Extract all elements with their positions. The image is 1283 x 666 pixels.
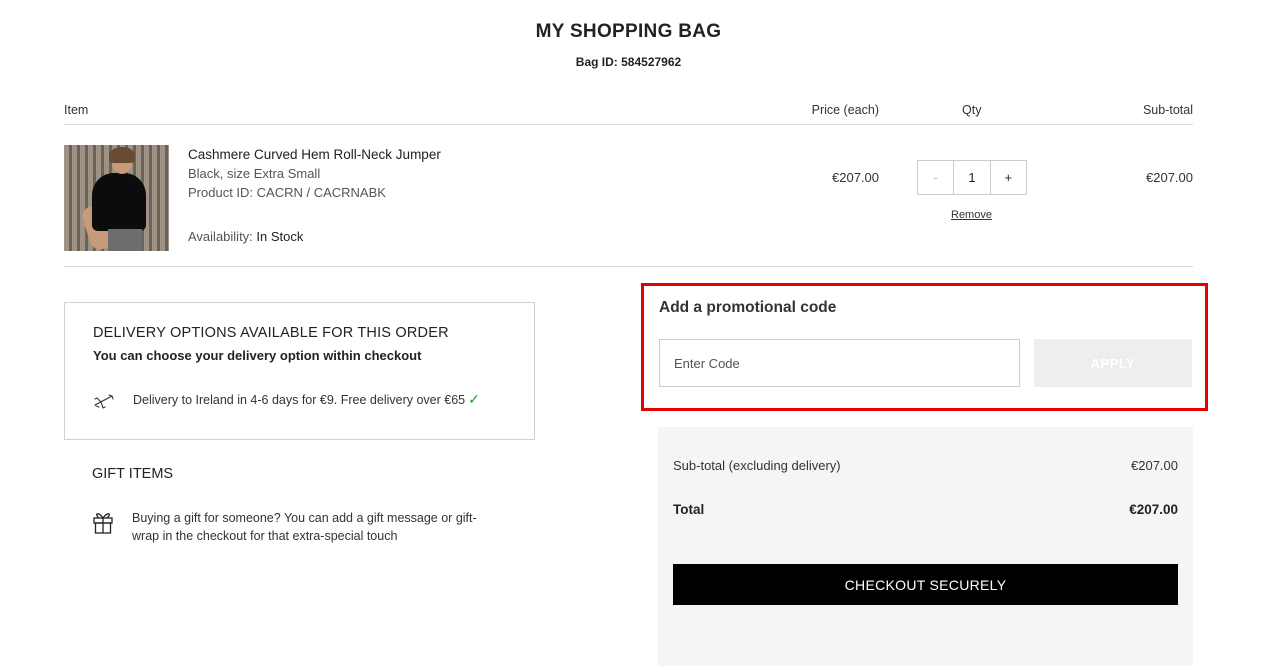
gift-items-title: GIFT ITEMS (92, 466, 174, 482)
product-id: Product ID: CACRN / CACRNABK (188, 185, 386, 200)
bag-item-row: Cashmere Curved Hem Roll-Neck Jumper Bla… (64, 125, 1193, 267)
product-name[interactable]: Cashmere Curved Hem Roll-Neck Jumper (188, 147, 441, 162)
qty-value[interactable]: 1 (953, 161, 991, 194)
availability-value: In Stock (256, 229, 304, 244)
product-image-skirt (108, 229, 142, 251)
bag-id: Bag ID: 584527962 (575, 55, 682, 69)
delivery-options-subtitle: You can choose your delivery option with… (93, 348, 422, 363)
item-subtotal: €207.00 (1146, 170, 1193, 185)
summary-total-label: Total (673, 502, 705, 517)
bag-table-header: Item Price (each) Qty Sub-total (64, 103, 1193, 125)
item-price: €207.00 (832, 170, 879, 185)
checkout-button[interactable]: CHECKOUT SECURELY (673, 564, 1178, 605)
remove-item-link[interactable]: Remove (951, 209, 992, 221)
product-availability: Availability: In Stock (188, 229, 303, 244)
column-header-price: Price (each) (811, 103, 879, 117)
order-summary: Sub-total (excluding delivery) €207.00 T… (658, 427, 1193, 666)
page-title: MY SHOPPING BAG (535, 21, 722, 42)
product-image[interactable] (64, 145, 169, 251)
product-image-jumper (92, 173, 146, 231)
qty-increase-button[interactable]: + (991, 161, 1026, 194)
summary-subtotal-value: €207.00 (1131, 458, 1178, 473)
apply-promo-button[interactable]: APPLY (1034, 339, 1192, 387)
column-header-qty: Qty (962, 103, 982, 117)
delivery-option-label: Delivery to Ireland in 4-6 days for €9. … (133, 393, 466, 407)
promo-code-title: Add a promotional code (659, 299, 837, 316)
summary-total-value: €207.00 (1129, 502, 1178, 517)
promo-code-input[interactable] (659, 339, 1020, 387)
qty-decrease-button[interactable]: - (918, 161, 953, 194)
check-icon: ✓ (468, 391, 480, 407)
summary-subtotal-label: Sub-total (excluding delivery) (673, 458, 841, 473)
promo-code-panel: Add a promotional code APPLY (641, 283, 1208, 411)
quantity-stepper: - 1 + (917, 160, 1027, 195)
plane-icon (94, 394, 114, 409)
delivery-options-panel: DELIVERY OPTIONS AVAILABLE FOR THIS ORDE… (64, 302, 535, 440)
delivery-options-title: DELIVERY OPTIONS AVAILABLE FOR THIS ORDE… (93, 325, 449, 341)
column-header-subtotal: Sub-total (1142, 103, 1193, 117)
availability-label: Availability: (188, 229, 253, 244)
delivery-option-text: Delivery to Ireland in 4-6 days for €9. … (133, 391, 480, 408)
gift-icon (93, 513, 113, 534)
gift-items-text: Buying a gift for someone? You can add a… (132, 511, 477, 543)
column-header-item: Item (64, 103, 89, 117)
product-image-hair (109, 147, 135, 163)
product-variant: Black, size Extra Small (188, 166, 321, 181)
